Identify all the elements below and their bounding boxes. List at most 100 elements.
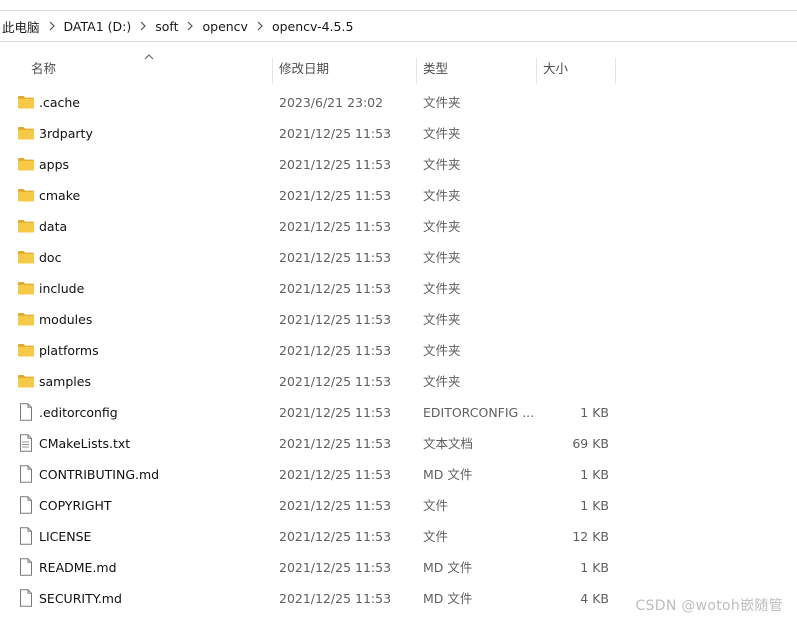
file-name: modules <box>39 312 93 327</box>
file-size <box>538 242 609 273</box>
file-row[interactable]: samples 2021/12/25 11:53 文件夹 <box>0 366 797 397</box>
file-row[interactable]: modules 2021/12/25 11:53 文件夹 <box>0 304 797 335</box>
modified-date: 2021/12/25 11:53 <box>279 467 392 482</box>
file-type: 文件夹 <box>423 374 461 389</box>
column-header-type[interactable]: 类型 <box>423 56 448 86</box>
column-divider[interactable] <box>536 58 537 84</box>
file-row[interactable]: CMakeLists.txt 2021/12/25 11:53 文本文档 69 KB <box>0 428 797 459</box>
file-size: 1 KB <box>580 498 609 513</box>
file-type: 文件夹 <box>423 126 461 141</box>
file-name: SECURITY.md <box>39 591 122 606</box>
file-type: MD 文件 <box>423 560 473 575</box>
file-row[interactable]: include 2021/12/25 11:53 文件夹 <box>0 273 797 304</box>
column-header-size[interactable]: 大小 <box>543 56 568 86</box>
file-type: 文件夹 <box>423 95 461 110</box>
file-row[interactable]: CONTRIBUTING.md 2021/12/25 11:53 MD 文件 1 KB <box>0 459 797 490</box>
file-row[interactable]: .editorconfig 2021/12/25 11:53 EDITORCONFI… <box>0 397 797 428</box>
file-size: 1 KB <box>580 467 609 482</box>
folder-icon <box>17 366 35 397</box>
column-header-date[interactable]: 修改日期 <box>279 56 329 86</box>
column-header-name[interactable]: 名称 <box>31 56 56 86</box>
folder-icon <box>17 149 35 180</box>
file-row[interactable]: .cache 2023/6/21 23:02 文件夹 <box>0 87 797 118</box>
file-type: 文件夹 <box>423 219 461 234</box>
modified-date: 2021/12/25 11:53 <box>279 188 392 203</box>
file-row[interactable]: LICENSE 2021/12/25 11:53 文件 12 KB <box>0 521 797 552</box>
file-size <box>538 149 609 180</box>
file-size: 4 KB <box>580 591 609 606</box>
file-name: samples <box>39 374 91 389</box>
modified-date: 2021/12/25 11:53 <box>279 312 392 327</box>
modified-date: 2021/12/25 11:53 <box>279 219 392 234</box>
file-row[interactable]: cmake 2021/12/25 11:53 文件夹 <box>0 180 797 211</box>
file-row[interactable]: 3rdparty 2021/12/25 11:53 文件夹 <box>0 118 797 149</box>
breadcrumb-item[interactable]: DATA1 (D:) <box>62 19 134 34</box>
file-size: 12 KB <box>572 529 609 544</box>
modified-date: 2021/12/25 11:53 <box>279 560 392 575</box>
modified-date: 2021/12/25 11:53 <box>279 529 392 544</box>
file-size <box>538 273 609 304</box>
file-name: .cache <box>39 95 80 110</box>
file-name: CONTRIBUTING.md <box>39 467 160 482</box>
breadcrumb-item[interactable]: opencv <box>200 19 249 34</box>
folder-icon <box>17 304 35 335</box>
modified-date: 2021/12/25 11:53 <box>279 157 392 172</box>
file-size <box>538 335 609 366</box>
breadcrumb-item[interactable]: opencv-4.5.5 <box>270 19 355 34</box>
file-size <box>538 366 609 397</box>
chevron-right-icon[interactable] <box>180 21 200 31</box>
file-type: 文件夹 <box>423 312 461 327</box>
file-size <box>538 304 609 335</box>
file-name: include <box>39 281 85 296</box>
column-divider[interactable] <box>615 58 616 84</box>
folder-icon <box>17 87 35 118</box>
file-type: 文件夹 <box>423 157 461 172</box>
chevron-right-icon[interactable] <box>42 21 62 31</box>
file-icon <box>17 583 35 614</box>
file-type: 文件夹 <box>423 281 461 296</box>
file-name: data <box>39 219 68 234</box>
file-row[interactable]: apps 2021/12/25 11:53 文件夹 <box>0 149 797 180</box>
folder-icon <box>17 242 35 273</box>
address-bar[interactable]: 此电脑 DATA1 (D:) soft opencv opencv-4.5.5 <box>0 10 797 42</box>
file-type: 文件 <box>423 498 449 513</box>
file-type: MD 文件 <box>423 591 473 606</box>
column-divider[interactable] <box>272 58 273 84</box>
modified-date: 2021/12/25 11:53 <box>279 281 392 296</box>
file-size <box>538 118 609 149</box>
file-type: 文件 <box>423 529 449 544</box>
file-type: MD 文件 <box>423 467 473 482</box>
file-type: 文件夹 <box>423 250 461 265</box>
file-type: 文件夹 <box>423 188 461 203</box>
file-size: 1 KB <box>580 560 609 575</box>
file-type: 文件夹 <box>423 343 461 358</box>
file-type: EDITORCONFIG ... <box>423 405 535 420</box>
file-row[interactable]: COPYRIGHT 2021/12/25 11:53 文件 1 KB <box>0 490 797 521</box>
watermark: CSDN @wotoh嵌随管 <box>635 598 783 614</box>
sort-ascending-icon <box>144 54 154 60</box>
file-row[interactable]: data 2021/12/25 11:53 文件夹 <box>0 211 797 242</box>
breadcrumb-item[interactable]: 此电脑 <box>0 17 42 36</box>
file-row[interactable]: README.md 2021/12/25 11:53 MD 文件 1 KB <box>0 552 797 583</box>
file-size <box>538 87 609 118</box>
file-size: 69 KB <box>572 436 609 451</box>
breadcrumb-item[interactable]: soft <box>153 19 180 34</box>
folder-icon <box>17 180 35 211</box>
file-icon <box>17 459 35 490</box>
file-row[interactable]: platforms 2021/12/25 11:53 文件夹 <box>0 335 797 366</box>
column-divider[interactable] <box>416 58 417 84</box>
modified-date: 2021/12/25 11:53 <box>279 343 392 358</box>
modified-date: 2021/12/25 11:53 <box>279 591 392 606</box>
column-header-row: 名称 修改日期 类型 大小 <box>0 52 797 86</box>
file-size <box>538 211 609 242</box>
file-icon <box>17 552 35 583</box>
chevron-right-icon[interactable] <box>133 21 153 31</box>
file-type: 文本文档 <box>423 436 474 451</box>
modified-date: 2021/12/25 11:53 <box>279 436 392 451</box>
file-icon <box>17 521 35 552</box>
file-icon <box>17 490 35 521</box>
modified-date: 2021/12/25 11:53 <box>279 250 392 265</box>
file-row[interactable]: doc 2021/12/25 11:53 文件夹 <box>0 242 797 273</box>
chevron-right-icon[interactable] <box>250 21 270 31</box>
file-name: platforms <box>39 343 99 358</box>
